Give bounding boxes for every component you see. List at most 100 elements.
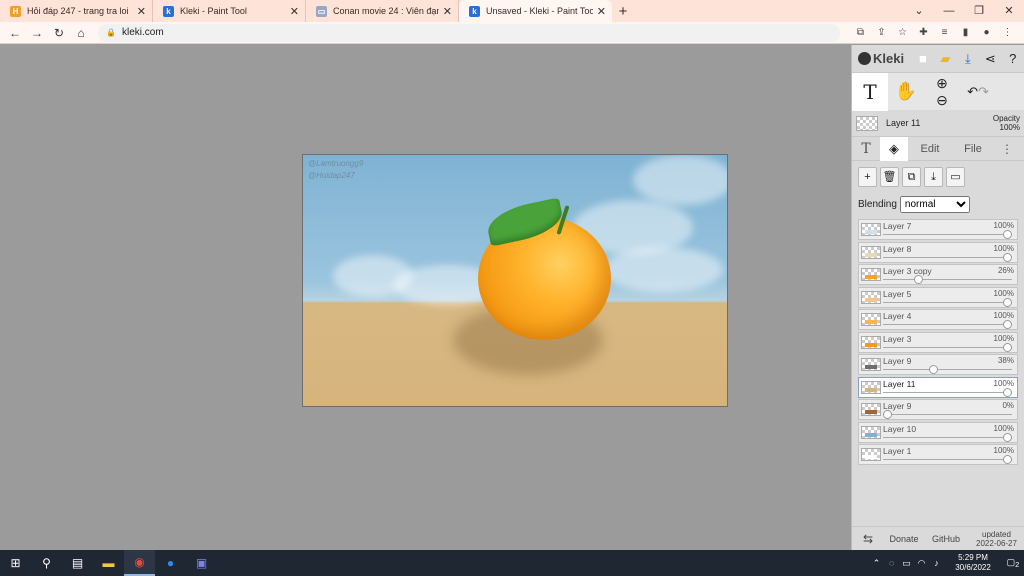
search-icon[interactable]: ⚲ <box>31 550 62 576</box>
blending-select[interactable]: normal <box>899 195 970 213</box>
layer-row[interactable]: Layer 5 100% <box>858 286 1018 308</box>
layer-row[interactable]: Layer 7 100% <box>858 219 1018 240</box>
close-tab-icon[interactable]: ✕ <box>290 5 299 18</box>
tab-search-icon[interactable]: ⌄ <box>904 0 934 22</box>
media-queue-icon[interactable]: ≡ <box>934 27 955 38</box>
github-link[interactable]: GitHub <box>924 534 968 544</box>
extensions-puzzle-icon[interactable]: ✚ <box>913 27 934 38</box>
tab-conan[interactable]: ▭ Conan movie 24 : Viên đạn đỏ ( ✕ <box>306 0 459 22</box>
clock[interactable]: 5:29 PM 30/6/2022 <box>944 553 1002 573</box>
canvas-area[interactable]: @Lamtruongg9 @Hoidap247 <box>0 45 851 550</box>
url-field[interactable]: 🔒 kleki.com <box>98 23 840 42</box>
opacity-slider-knob[interactable] <box>1003 342 1012 352</box>
opacity-slider-knob[interactable] <box>1003 387 1012 397</box>
opacity-slider-track[interactable] <box>883 369 1012 370</box>
battery-icon[interactable]: ▭ <box>899 558 914 569</box>
bookmark-star-icon[interactable]: ☆ <box>892 27 913 38</box>
opacity-slider-knob[interactable] <box>914 275 924 284</box>
kleki-logo[interactable]: Kleki <box>858 51 912 66</box>
browser-menu-icon[interactable]: ⋮ <box>997 27 1018 38</box>
layer-row[interactable]: Layer 10 100% <box>858 421 1018 443</box>
translate-icon[interactable]: ⧉ <box>850 27 871 38</box>
undo-icon[interactable]: ↶ <box>967 84 978 100</box>
close-window-button[interactable]: ✕ <box>994 0 1024 22</box>
restore-button[interactable]: ❐ <box>964 0 994 22</box>
more-menu-icon[interactable]: ⋮ <box>994 142 1020 156</box>
donate-link[interactable]: Donate <box>884 534 924 544</box>
close-tab-icon[interactable]: ✕ <box>597 5 606 18</box>
layer-row[interactable]: Layer 3 100% <box>858 331 1018 353</box>
windows-start-icon[interactable]: ⊞ <box>0 550 31 576</box>
zoom-in-icon[interactable]: ⊕ <box>936 75 948 92</box>
delete-layer-button[interactable]: 🗑 <box>880 167 899 187</box>
tab-file[interactable]: File <box>952 143 994 155</box>
opacity-slider-track[interactable] <box>883 256 1012 258</box>
opacity-slider-knob[interactable] <box>928 365 938 374</box>
opacity-slider-track[interactable] <box>883 436 1012 438</box>
side-panel-icon[interactable]: ▮ <box>955 27 976 38</box>
network-icon[interactable]: ◌ <box>884 558 899 568</box>
opacity-slider-knob[interactable] <box>1003 455 1012 464</box>
avatar[interactable]: ● <box>976 27 997 38</box>
opacity-slider-knob[interactable] <box>1003 252 1012 262</box>
tab-kleki[interactable]: k Kleki - Paint Tool ✕ <box>153 0 306 22</box>
add-layer-button[interactable]: + <box>858 167 877 187</box>
hand-tool-button[interactable]: ✋ <box>888 73 924 111</box>
help-icon[interactable]: ? <box>1002 51 1024 66</box>
opacity-slider-track[interactable] <box>883 234 1012 235</box>
opacity-slider-track[interactable] <box>883 346 1012 348</box>
text-tool-button[interactable]: T <box>852 72 888 111</box>
chevron-up-icon[interactable]: ⌃ <box>869 558 884 569</box>
zoom-out-icon[interactable]: ⊖ <box>936 92 948 109</box>
back-icon[interactable]: ← <box>4 26 26 40</box>
close-tab-icon[interactable]: ✕ <box>137 5 146 18</box>
opacity-slider-knob[interactable] <box>1003 230 1012 239</box>
volume-icon[interactable]: ♪ <box>929 558 944 568</box>
layer-row[interactable]: Layer 8 100% <box>858 241 1018 263</box>
download-icon[interactable]: ⤓ <box>957 51 979 67</box>
opacity-slider-track[interactable] <box>883 301 1012 303</box>
opacity-slider-knob[interactable] <box>1003 297 1012 307</box>
duplicate-layer-button[interactable]: ⧉ <box>902 167 921 187</box>
tab-edit[interactable]: Edit <box>908 143 952 155</box>
tab-unsaved-kleki[interactable]: k Unsaved - Kleki - Paint Tool ✕ <box>459 0 612 22</box>
layer-row[interactable]: Layer 4 100% <box>858 309 1018 330</box>
new-tab-button[interactable]: + <box>612 0 634 22</box>
opacity-slider-knob[interactable] <box>1003 320 1012 329</box>
minimize-button[interactable]: — <box>934 0 964 22</box>
new-image-icon[interactable]: ■ <box>912 51 934 66</box>
tab-layers[interactable]: ◈ <box>880 136 908 161</box>
opacity-slider-track[interactable] <box>883 324 1012 325</box>
reload-icon[interactable]: ↻ <box>48 26 70 40</box>
file-explorer-icon[interactable]: ▬ <box>93 550 124 576</box>
merge-layer-button[interactable]: ⤓ <box>924 167 943 187</box>
layer-row[interactable]: Layer 3 copy 26% <box>858 264 1018 285</box>
layer-row[interactable]: Layer 9 38% <box>858 354 1018 375</box>
drawing-canvas[interactable]: @Lamtruongg9 @Hoidap247 <box>302 154 728 407</box>
opacity-slider-track[interactable] <box>883 391 1012 393</box>
layer-row[interactable]: Layer 11 100% <box>858 376 1018 398</box>
chrome-icon[interactable]: ◉ <box>124 550 155 576</box>
task-view-icon[interactable]: ▤ <box>62 550 93 576</box>
home-icon[interactable]: ⌂ <box>70 26 92 40</box>
opacity-slider-knob[interactable] <box>1003 432 1012 442</box>
open-folder-icon[interactable]: ▰ <box>934 51 956 67</box>
notifications-icon[interactable]: ▢2 <box>1002 557 1024 570</box>
redo-icon[interactable]: ↷ <box>978 84 989 100</box>
share-icon[interactable]: ⇪ <box>871 27 892 38</box>
layer-row[interactable]: Layer 9 0% <box>858 399 1018 420</box>
wifi-icon[interactable]: ◠ <box>914 558 929 569</box>
forward-icon[interactable]: → <box>26 26 48 40</box>
opacity-slider-track[interactable] <box>883 279 1012 280</box>
tab-tool-settings[interactable]: T <box>852 141 880 157</box>
teams-icon[interactable]: ▣ <box>186 550 217 576</box>
share-icon[interactable]: ⋖ <box>979 51 1001 67</box>
zalo-icon[interactable]: ● <box>155 550 186 576</box>
close-tab-icon[interactable]: ✕ <box>443 5 452 18</box>
layer-row[interactable]: Layer 1 100% <box>858 444 1018 465</box>
rename-layer-button[interactable]: ▭ <box>946 167 965 187</box>
tab-hoidap[interactable]: H Hỏi đáp 247 - trang tra loi ✕ <box>0 0 153 22</box>
opacity-slider-track[interactable] <box>883 459 1012 460</box>
swap-sides-icon[interactable]: ⇆ <box>852 532 884 546</box>
opacity-slider-track[interactable] <box>883 414 1012 415</box>
